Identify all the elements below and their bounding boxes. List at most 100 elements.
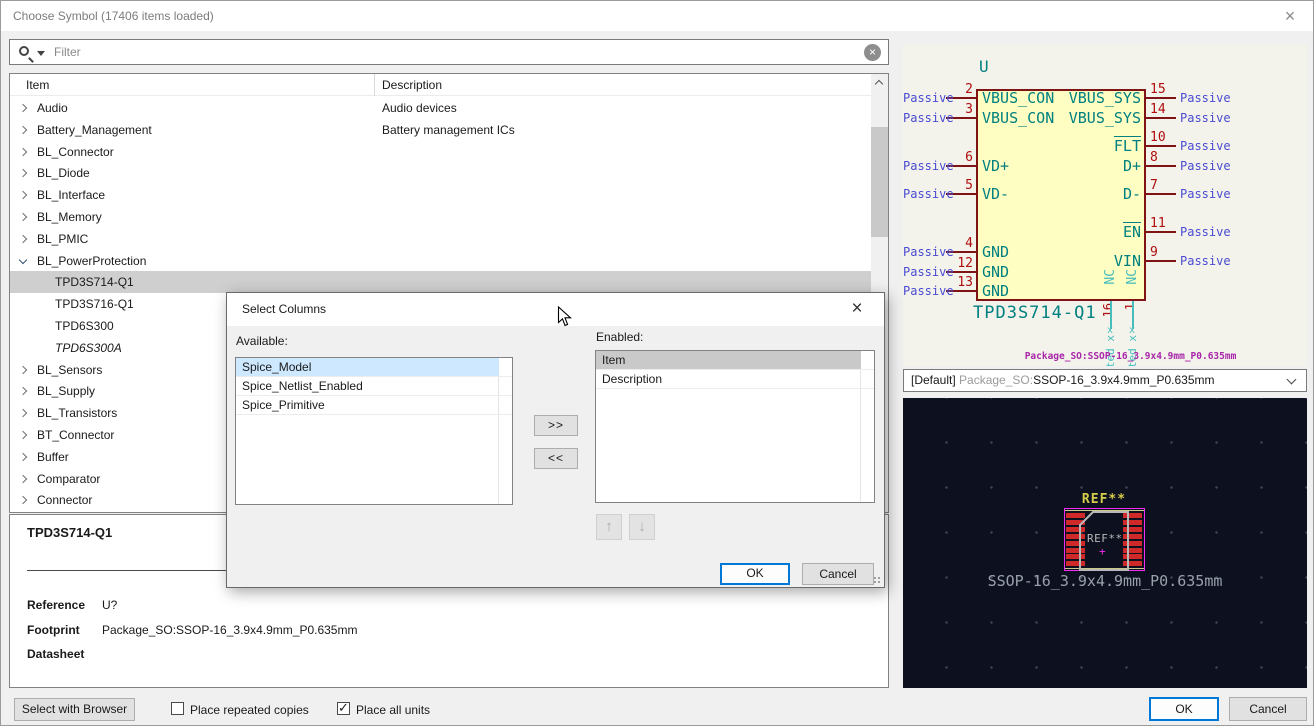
column-header-description[interactable]: Description [382, 78, 442, 92]
pin-type-label: Passive [903, 284, 943, 298]
expander-icon[interactable] [19, 191, 27, 199]
window-title: Choose Symbol (17406 items loaded) [13, 9, 214, 23]
tree-item-label: Connector [37, 493, 92, 507]
place-all-units-label[interactable]: Place all units [356, 703, 430, 717]
expander-icon[interactable] [19, 147, 27, 155]
nc-pin-name: NC [1103, 269, 1118, 285]
place-repeated-copies-label[interactable]: Place repeated copies [190, 703, 309, 717]
tree-row[interactable]: Battery_Management Battery management ICs [10, 119, 888, 141]
ok-button[interactable]: OK [1149, 697, 1219, 721]
tree-item-label: BL_Memory [37, 210, 102, 224]
footprint-value: Package_SO:SSOP-16_3.9x4.9mm_P0.635mm [102, 623, 357, 637]
nc-pin-number: 16 [1101, 303, 1115, 317]
pin-number: 10 [1150, 130, 1178, 145]
pin-type-label: Passive [1180, 225, 1231, 239]
cancel-button[interactable]: Cancel [1229, 697, 1307, 721]
move-left-button[interactable]: << [534, 448, 578, 469]
tree-row[interactable]: AudioAudio devices [10, 97, 888, 119]
symbol-designator: U [979, 57, 989, 76]
list-item[interactable]: Spice_Netlist_Enabled [236, 377, 512, 396]
tree-row[interactable]: BL_Interface [10, 184, 888, 206]
column-separator[interactable] [374, 74, 375, 96]
expander-icon[interactable] [19, 431, 27, 439]
tree-item-label: TPD3S714-Q1 [55, 275, 134, 289]
tree-row[interactable]: BL_Diode [10, 162, 888, 184]
tree-row[interactable]: BL_PMIC [10, 228, 888, 250]
pin-line [1146, 193, 1176, 195]
filter-input[interactable]: Filter × [9, 39, 889, 65]
list-item-label: Spice_Primitive [236, 396, 499, 414]
tree-row[interactable]: BL_PowerProtection [10, 250, 888, 272]
pin-name: VBUS_SYS [1069, 109, 1141, 127]
column-header-item[interactable]: Item [26, 78, 49, 92]
expander-icon[interactable] [19, 365, 27, 373]
tree-item-label: BL_Connector [37, 145, 114, 159]
pin-type-label: Passive [1180, 187, 1231, 201]
select-with-browser-button[interactable]: Select with Browser [14, 698, 135, 721]
expander-icon[interactable] [19, 169, 27, 177]
pin-name: FLT [1114, 136, 1141, 155]
expander-icon[interactable] [19, 235, 27, 243]
reference-label: Reference [27, 598, 85, 612]
expander-icon[interactable] [19, 409, 27, 417]
choose-symbol-window: Choose Symbol (17406 items loaded) × Fil… [0, 0, 1314, 726]
tree-item-label: BL_Transistors [37, 406, 117, 420]
tree-item-label: BL_Diode [37, 166, 90, 180]
resize-grip[interactable] [873, 576, 882, 585]
clear-filter-icon[interactable]: × [864, 44, 881, 61]
pin-number: 14 [1150, 102, 1178, 117]
part-title: TPD3S714-Q1 [27, 525, 112, 540]
footprint-name: SSOP-16_3.9x4.9mm_P0.635mm [1033, 373, 1214, 387]
pin-number: 11 [1150, 216, 1178, 231]
dialog-cancel-button[interactable]: Cancel [802, 563, 874, 585]
scrollbar-thumb[interactable] [871, 127, 888, 237]
search-dropdown-icon[interactable] [37, 51, 45, 56]
tree-item-label: BL_PMIC [37, 232, 88, 246]
pin-type-label: Passive [1180, 91, 1231, 105]
place-all-units-checkbox[interactable]: ✓ [337, 702, 350, 715]
dialog-title-bar[interactable]: Select Columns × [227, 293, 884, 326]
expander-icon[interactable] [19, 255, 27, 263]
list-item[interactable]: Item [596, 351, 874, 370]
reference-field: Reference U? [27, 598, 85, 612]
pin-name: D+ [1123, 157, 1141, 175]
expander-icon[interactable] [19, 126, 27, 134]
list-item[interactable]: Spice_Primitive [236, 396, 512, 415]
symbol-name: TPD3S714-Q1 [973, 303, 1097, 323]
expander-icon[interactable] [19, 453, 27, 461]
expander-icon[interactable] [19, 387, 27, 395]
pin-name: EN [1123, 222, 1141, 241]
expander-icon[interactable] [19, 104, 27, 112]
expander-icon[interactable] [19, 213, 27, 221]
footprint-field: Footprint Package_SO:SSOP-16_3.9x4.9mm_P… [27, 623, 80, 637]
tree-row[interactable]: BL_Memory [10, 206, 888, 228]
tree-item-label: BT_Connector [37, 428, 114, 442]
tree-item-label: BL_Sensors [37, 363, 102, 377]
close-icon[interactable]: × [1275, 3, 1305, 29]
tree-item-label: Battery_Management [37, 123, 152, 137]
move-right-button[interactable]: >> [534, 415, 578, 436]
tree-item-description: Battery management ICs [382, 123, 515, 137]
move-up-button[interactable]: ↑ [596, 514, 622, 540]
expander-icon[interactable] [19, 474, 27, 482]
pin-name-wrap: FLT [903, 137, 1141, 155]
scrollbar-up-icon[interactable] [871, 74, 888, 91]
chevron-down-icon[interactable] [1287, 375, 1297, 385]
nc-pin-name: NC [1125, 269, 1140, 285]
footprint-select[interactable]: [Default] Package_SO:SSOP-16_3.9x4.9mm_P… [903, 369, 1307, 392]
tree-item-label: Audio [37, 101, 68, 115]
list-item[interactable]: Description [596, 370, 874, 389]
tree-row[interactable]: TPD3S714-Q1 [10, 271, 888, 293]
enabled-list[interactable]: ItemDescription [595, 350, 875, 503]
available-list[interactable]: Spice_ModelSpice_Netlist_EnabledSpice_Pr… [235, 357, 513, 505]
place-repeated-copies-checkbox[interactable] [171, 702, 184, 715]
expander-icon[interactable] [19, 496, 27, 504]
list-item[interactable]: Spice_Model [236, 358, 512, 377]
check-icon: ✓ [338, 700, 349, 716]
move-down-button[interactable]: ↓ [629, 514, 655, 540]
pin-type-label: Passive [1180, 254, 1231, 268]
pin-number: 15 [1150, 82, 1178, 97]
dialog-close-icon[interactable]: × [844, 296, 870, 322]
tree-row[interactable]: BL_Connector [10, 141, 888, 163]
dialog-ok-button[interactable]: OK [720, 563, 790, 585]
